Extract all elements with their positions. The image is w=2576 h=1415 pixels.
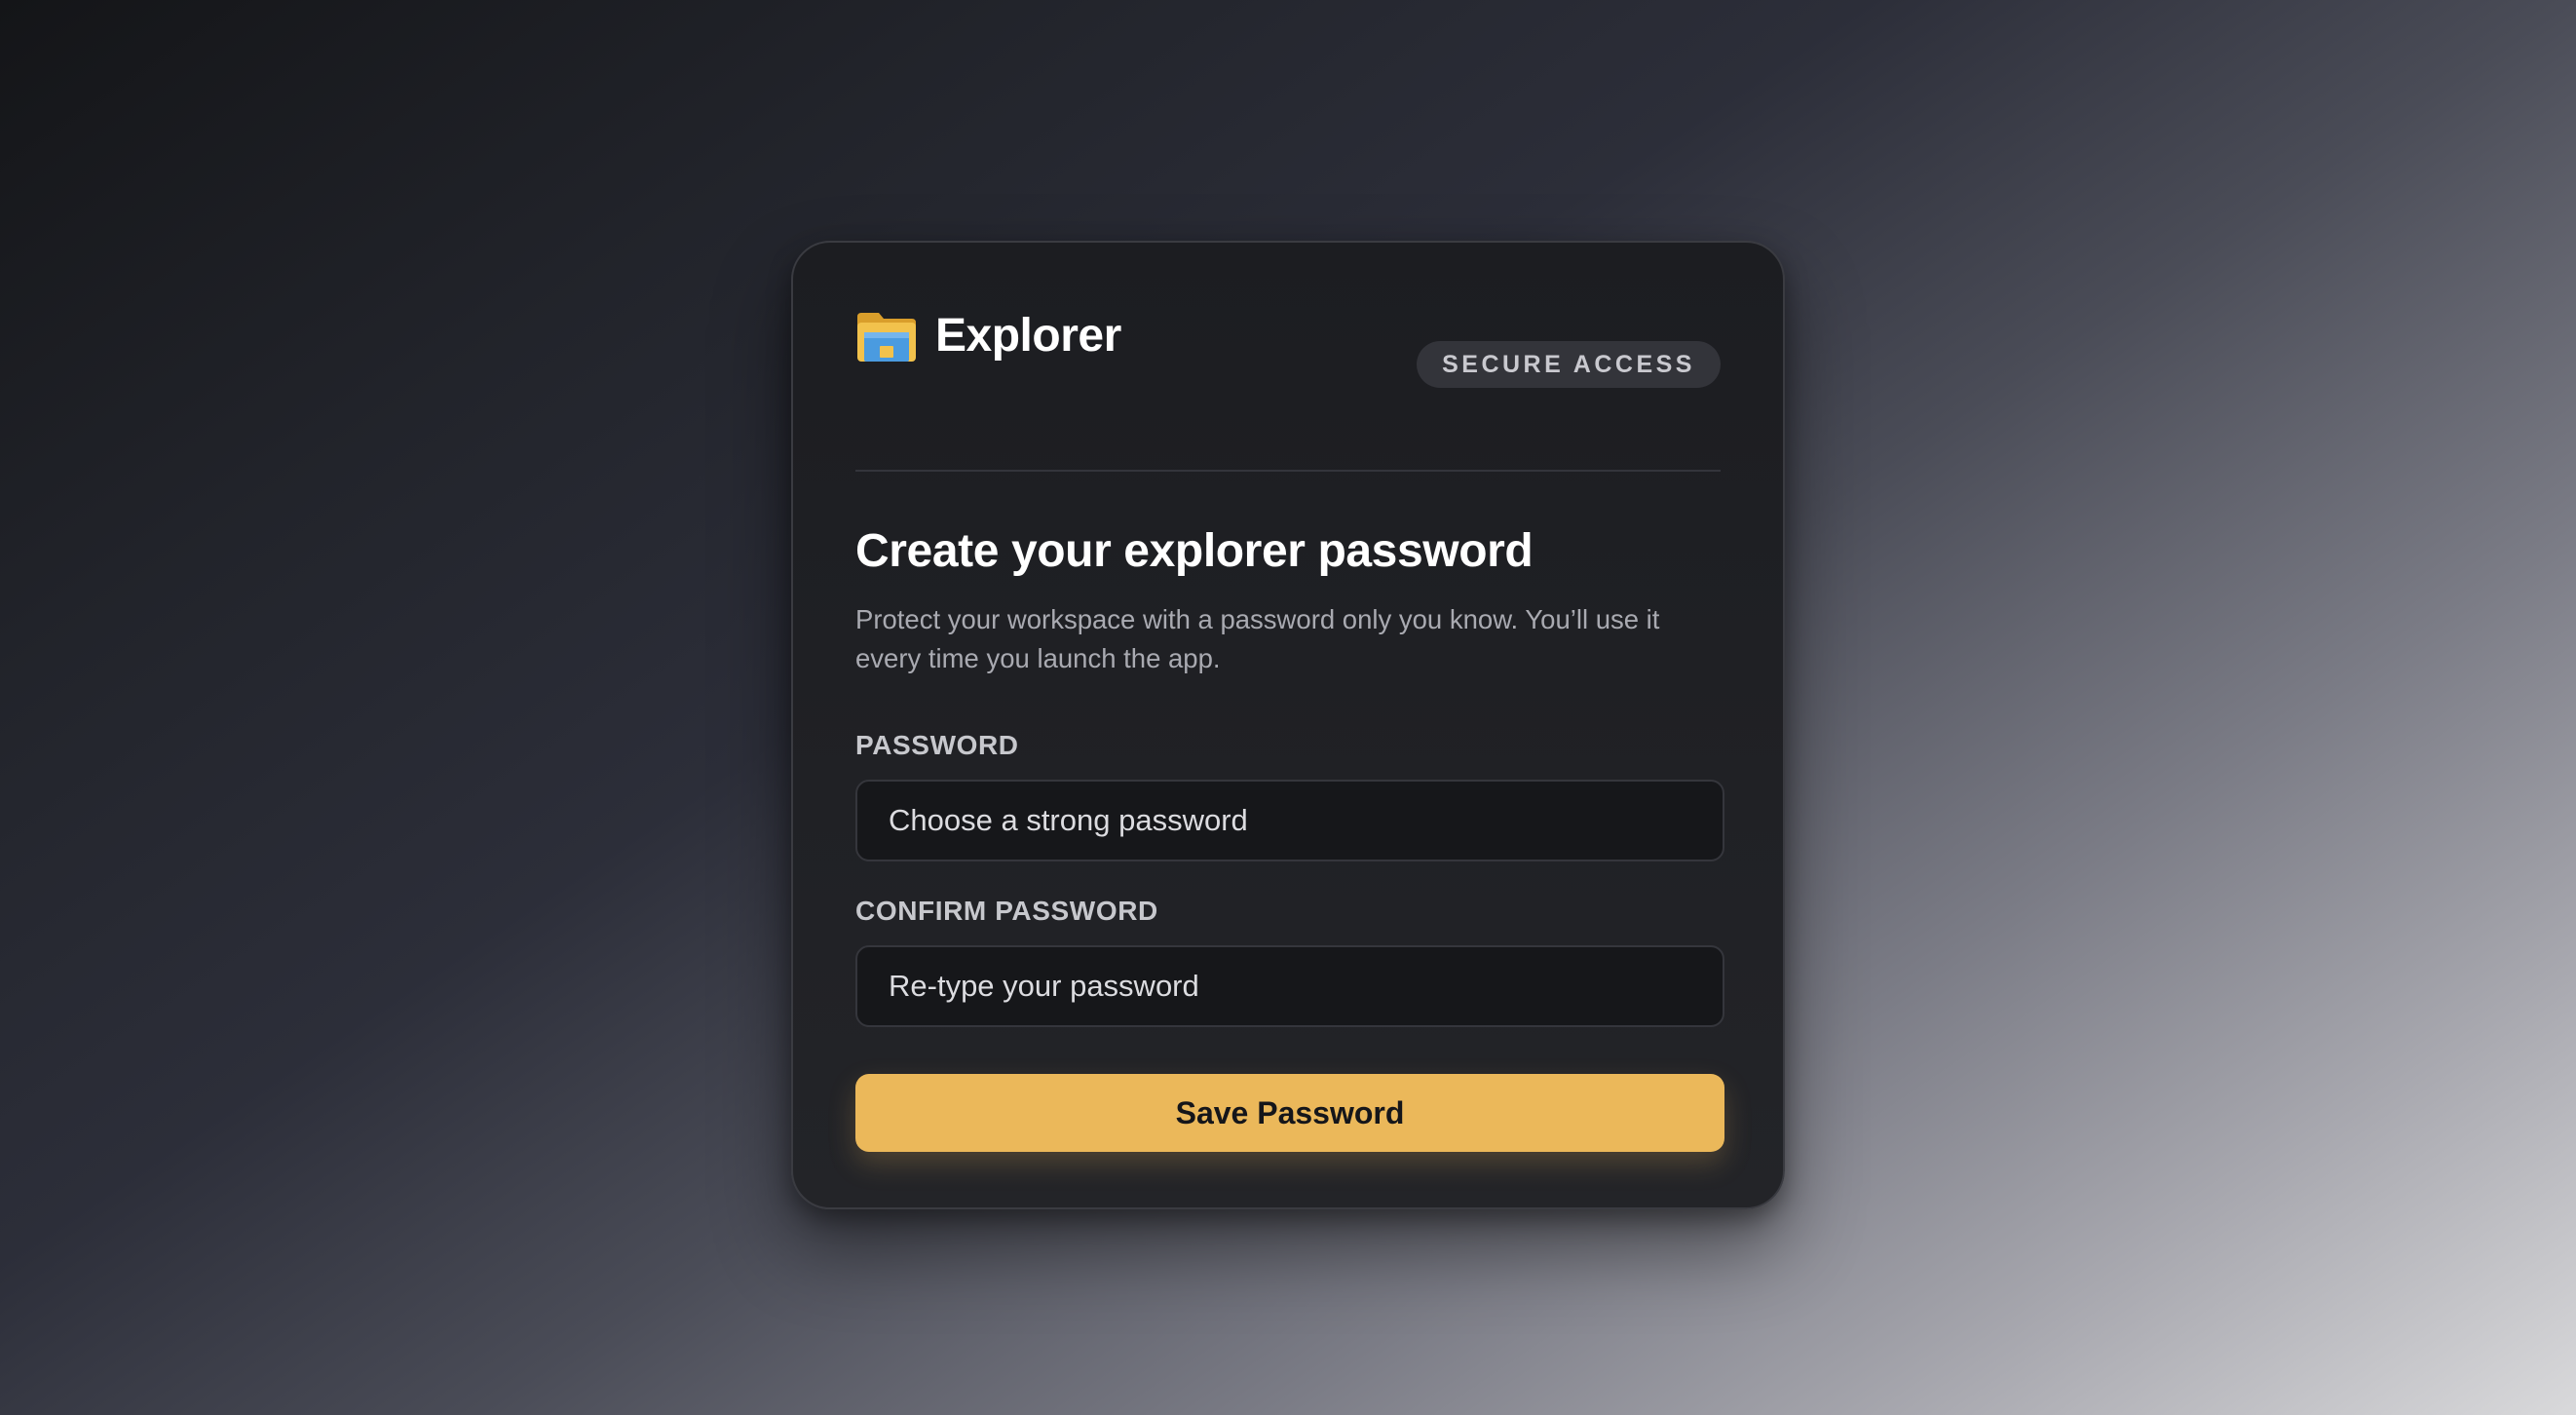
secure-access-badge: SECURE ACCESS (1417, 341, 1721, 388)
save-password-button[interactable]: Save Password (855, 1074, 1724, 1152)
folder-icon (857, 313, 916, 362)
password-input[interactable] (855, 780, 1724, 861)
app-title: Explorer (935, 310, 1121, 362)
page-description: Protect your workspace with a password o… (855, 604, 1660, 673)
confirm-password-input[interactable] (855, 945, 1724, 1027)
card-header: Explorer SECURE ACCESS (855, 243, 1721, 472)
confirm-password-label: CONFIRM PASSWORD (855, 896, 1158, 926)
password-label: PASSWORD (855, 730, 1019, 760)
page-title: Create your explorer password (855, 525, 1534, 577)
password-setup-card: Explorer SECURE ACCESS Create your explo… (791, 241, 1785, 1209)
app-brand: Explorer (855, 309, 1121, 363)
